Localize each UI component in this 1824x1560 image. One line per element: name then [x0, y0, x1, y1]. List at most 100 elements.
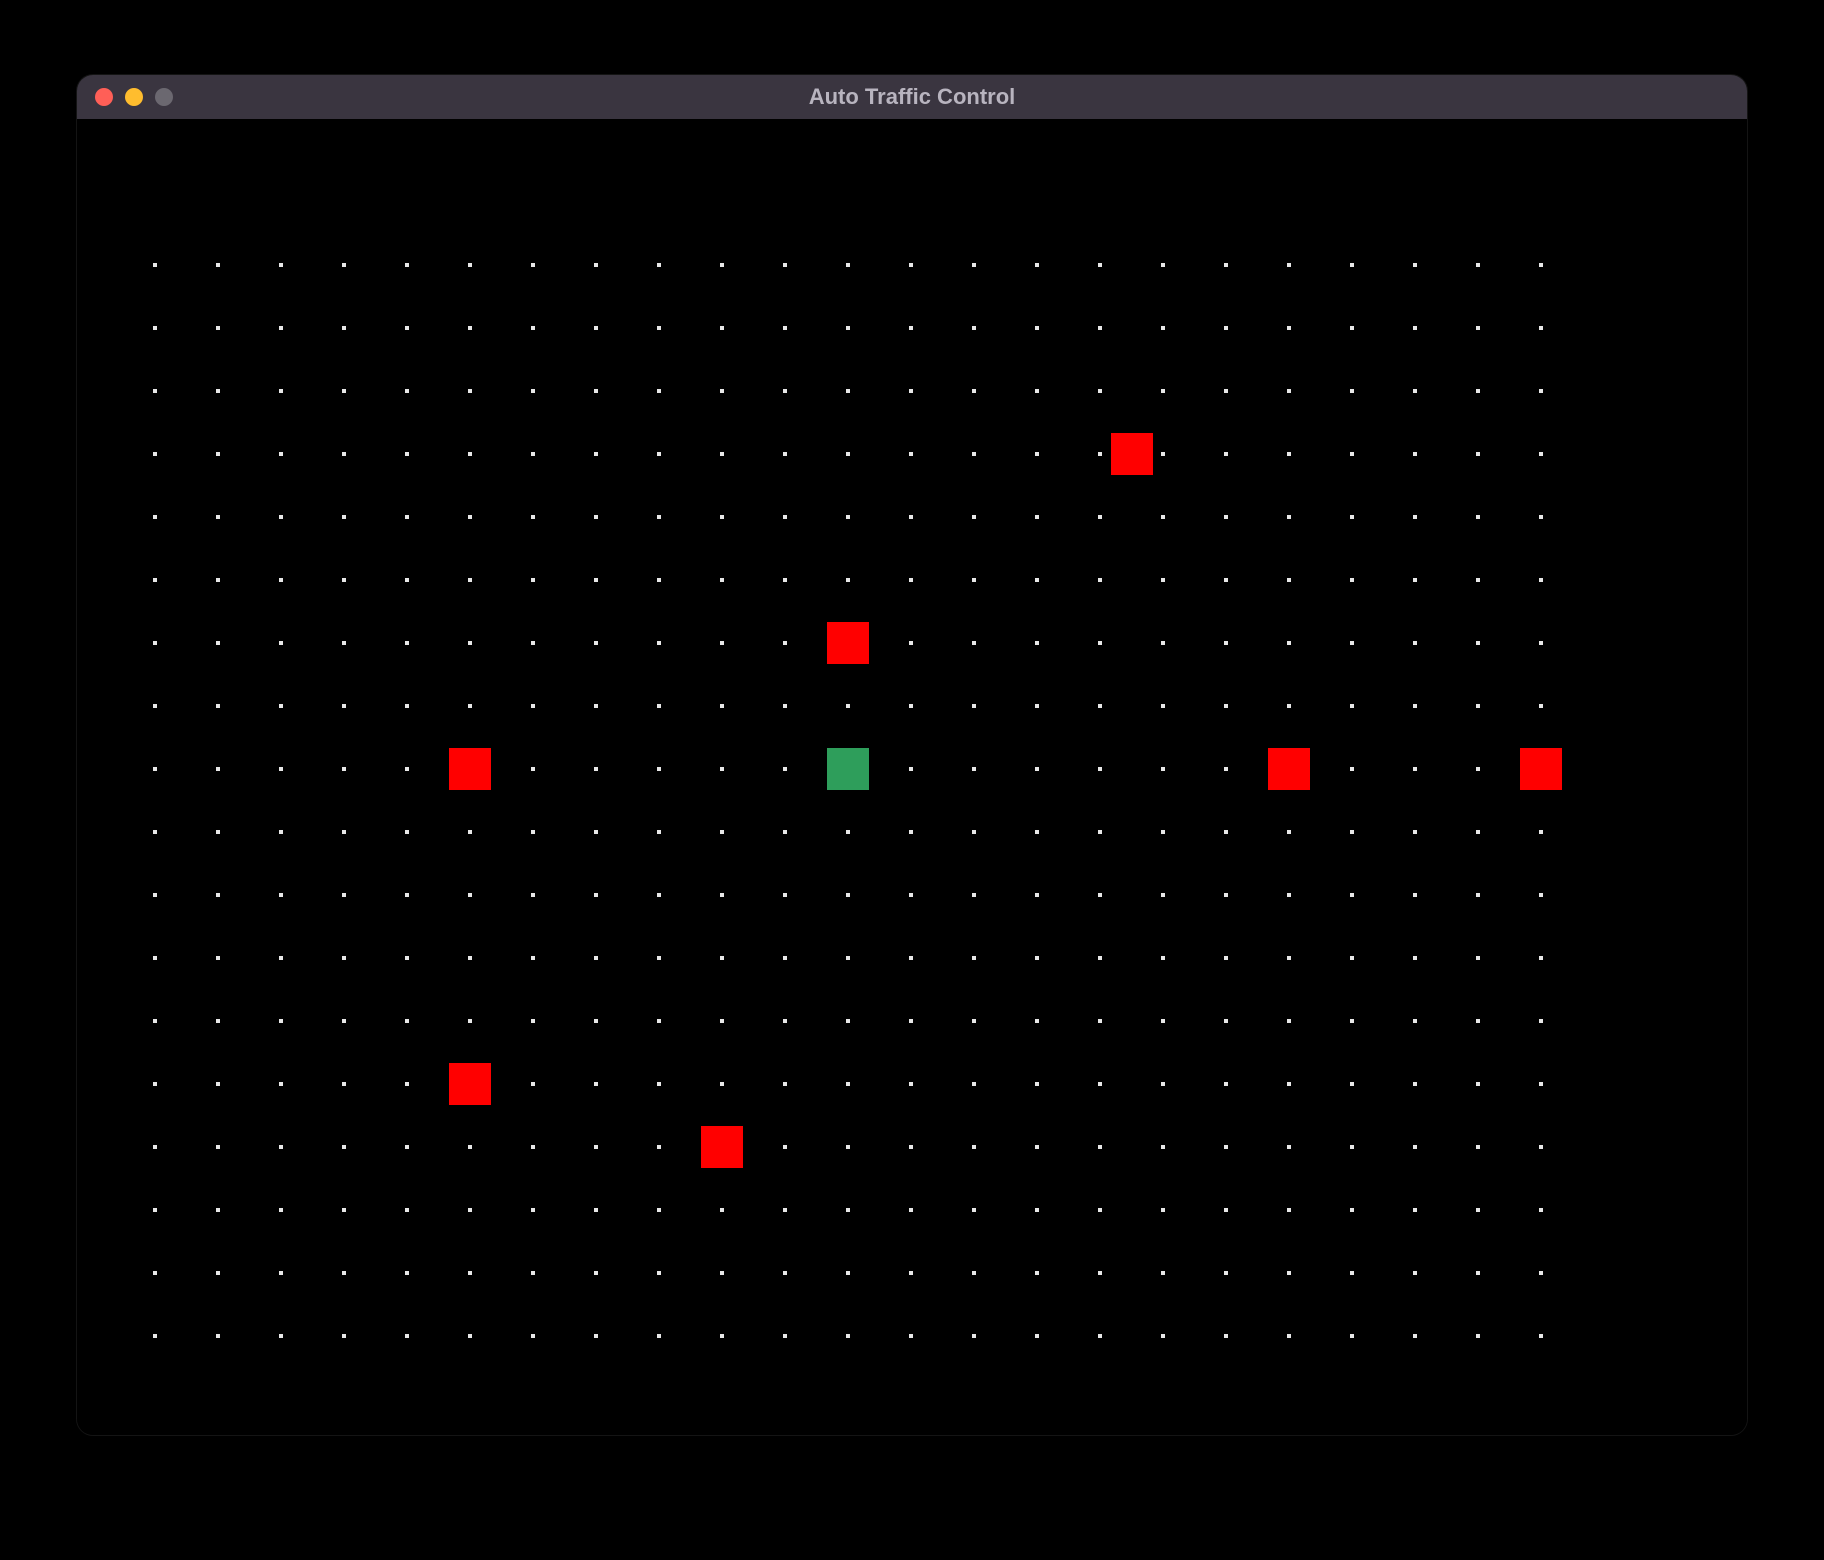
- grid-dot: [1350, 452, 1354, 456]
- grid-dot: [1413, 1145, 1417, 1149]
- grid-dot: [594, 1145, 598, 1149]
- grid-dot: [657, 452, 661, 456]
- grid-dot: [1413, 263, 1417, 267]
- grid-dot: [720, 452, 724, 456]
- grid-dot: [279, 1334, 283, 1338]
- grid-dot: [1350, 704, 1354, 708]
- grid-dot: [216, 1082, 220, 1086]
- grid-dot: [468, 263, 472, 267]
- aircraft-5[interactable]: [1520, 748, 1562, 790]
- grid-dot: [531, 326, 535, 330]
- aircraft-4[interactable]: [1268, 748, 1310, 790]
- grid-dot: [1035, 263, 1039, 267]
- grid-dot: [1539, 389, 1543, 393]
- grid-dot: [1161, 641, 1165, 645]
- grid-dot: [594, 704, 598, 708]
- aircraft-6[interactable]: [449, 1063, 491, 1105]
- grid-dot: [846, 1145, 850, 1149]
- grid-dot: [1161, 767, 1165, 771]
- grid-dot: [846, 893, 850, 897]
- grid-dot: [405, 767, 409, 771]
- grid-dot: [1287, 641, 1291, 645]
- grid-dot: [846, 389, 850, 393]
- grid-dot: [1224, 641, 1228, 645]
- grid-dot: [1539, 578, 1543, 582]
- grid-dot: [846, 452, 850, 456]
- grid-dot: [1098, 704, 1102, 708]
- grid-dot: [594, 1082, 598, 1086]
- aircraft-7[interactable]: [701, 1126, 743, 1168]
- grid-dot: [1035, 389, 1039, 393]
- grid-dot: [1098, 1271, 1102, 1275]
- grid-dot: [1161, 1019, 1165, 1023]
- grid-dot: [216, 830, 220, 834]
- grid-dot: [342, 1145, 346, 1149]
- grid-dot: [909, 1082, 913, 1086]
- grid-dot: [657, 578, 661, 582]
- grid-dot: [153, 704, 157, 708]
- grid-dot: [1413, 389, 1417, 393]
- grid-dot: [783, 1145, 787, 1149]
- grid-dot: [783, 578, 787, 582]
- grid-dot: [1098, 263, 1102, 267]
- grid-dot: [594, 389, 598, 393]
- grid-dot: [846, 1334, 850, 1338]
- grid-dot: [342, 452, 346, 456]
- grid-dot: [1476, 389, 1480, 393]
- maximize-icon[interactable]: [155, 88, 173, 106]
- target-airport[interactable]: [827, 748, 869, 790]
- grid-dot: [279, 1082, 283, 1086]
- grid-dot: [720, 389, 724, 393]
- grid-dot: [1539, 263, 1543, 267]
- grid-dot: [1098, 1208, 1102, 1212]
- grid-dot: [405, 326, 409, 330]
- grid-dot: [279, 1271, 283, 1275]
- grid-dot: [1476, 1334, 1480, 1338]
- grid-dot: [1350, 830, 1354, 834]
- aircraft-3[interactable]: [449, 748, 491, 790]
- grid-dot: [1476, 1145, 1480, 1149]
- window-controls: [77, 88, 173, 106]
- grid-dot: [342, 578, 346, 582]
- grid-dot: [1350, 578, 1354, 582]
- grid-dot: [1476, 452, 1480, 456]
- grid-dot: [1539, 515, 1543, 519]
- grid-dot: [783, 704, 787, 708]
- grid-dot: [594, 1208, 598, 1212]
- grid-dot: [657, 1334, 661, 1338]
- minimize-icon[interactable]: [125, 88, 143, 106]
- aircraft-2[interactable]: [827, 622, 869, 664]
- grid-dot: [405, 515, 409, 519]
- grid-dot: [720, 263, 724, 267]
- grid-dot: [720, 641, 724, 645]
- grid-dot: [1287, 956, 1291, 960]
- grid-dot: [1224, 452, 1228, 456]
- grid-dot: [1035, 704, 1039, 708]
- grid-dot: [342, 263, 346, 267]
- grid-dot: [1413, 830, 1417, 834]
- grid-dot: [1035, 893, 1039, 897]
- grid-dot: [972, 389, 976, 393]
- grid-dot: [909, 704, 913, 708]
- grid-dot: [1035, 1208, 1039, 1212]
- grid-dot: [342, 704, 346, 708]
- aircraft-1[interactable]: [1111, 433, 1153, 475]
- grid-dot: [216, 1334, 220, 1338]
- grid-dot: [1539, 1082, 1543, 1086]
- grid-dot: [279, 452, 283, 456]
- close-icon[interactable]: [95, 88, 113, 106]
- grid-dot: [531, 578, 535, 582]
- grid-dot: [153, 641, 157, 645]
- grid-dot: [279, 389, 283, 393]
- grid-dot: [216, 767, 220, 771]
- grid-dot: [153, 389, 157, 393]
- grid-dot: [468, 893, 472, 897]
- game-canvas[interactable]: [77, 119, 1747, 1435]
- grid-dot: [1413, 704, 1417, 708]
- grid-dot: [657, 1208, 661, 1212]
- grid-dot: [720, 1271, 724, 1275]
- grid-dot: [153, 263, 157, 267]
- grid-dot: [468, 1019, 472, 1023]
- grid-dot: [1161, 1145, 1165, 1149]
- grid-dot: [1476, 956, 1480, 960]
